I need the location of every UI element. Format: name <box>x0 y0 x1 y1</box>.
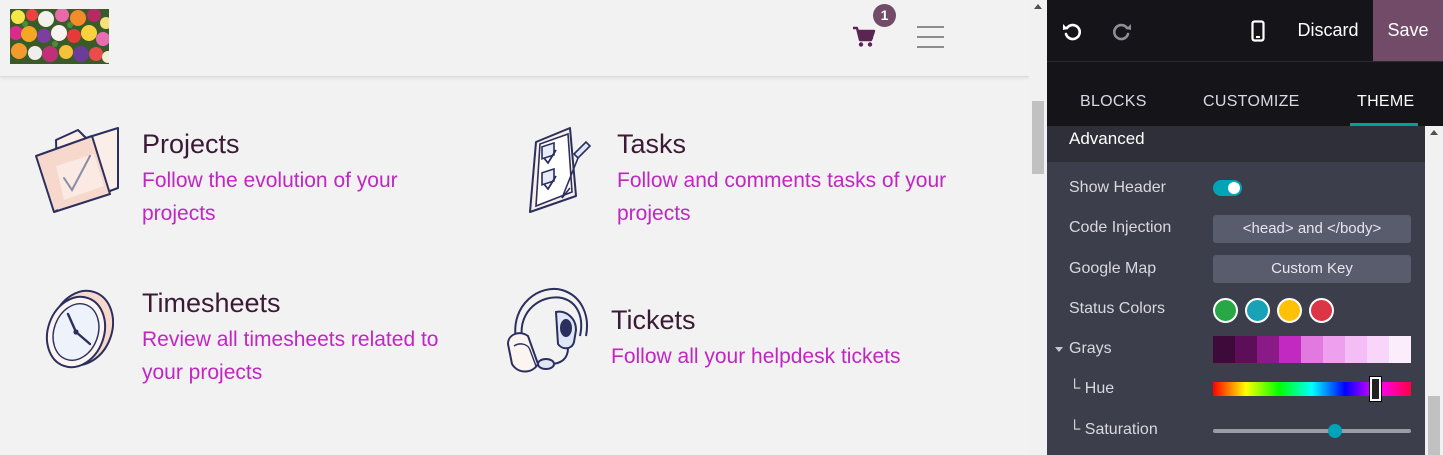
scroll-up-arrow-icon[interactable] <box>1034 4 1042 9</box>
mobile-phone-icon <box>1251 19 1265 42</box>
cart-button[interactable] <box>852 26 876 48</box>
scrollbar-thumb[interactable] <box>1428 396 1440 455</box>
mobile-preview-button[interactable] <box>1244 0 1272 61</box>
gray-swatch[interactable] <box>1345 336 1367 363</box>
flower-photo <box>10 9 109 64</box>
discard-button[interactable]: Discard <box>1283 0 1373 61</box>
gray-swatch[interactable] <box>1235 336 1257 363</box>
feature-title: Tasks <box>617 129 687 159</box>
checklist-clipboard-icon <box>526 126 592 219</box>
saturation-label: └ Saturation <box>1069 421 1158 438</box>
gray-swatch[interactable] <box>1301 336 1323 363</box>
saturation-slider-handle[interactable] <box>1328 424 1342 438</box>
feature-description[interactable]: Follow and comments tasks of your projec… <box>617 164 957 230</box>
show-header-toggle[interactable] <box>1213 180 1242 196</box>
undo-icon <box>1063 23 1081 40</box>
feature-tickets: Tickets Follow all your helpdesk tickets <box>611 304 951 373</box>
editor-panel: Discard Save BLOCKS CUSTOMIZE THEME Adva… <box>1047 0 1443 455</box>
folder-check-icon <box>34 126 120 219</box>
redo-icon <box>1113 23 1131 40</box>
feature-timesheets: Timesheets Review all timesheets related… <box>142 287 462 389</box>
editor-scrollbar[interactable] <box>1425 126 1443 455</box>
website-preview: 1 Projects Follow the evolution of your … <box>0 0 1047 455</box>
editor-toolbar: Discard Save <box>1047 0 1443 61</box>
chevron-down-icon[interactable] <box>1055 347 1063 352</box>
editor-tabs: BLOCKS CUSTOMIZE THEME <box>1047 61 1443 126</box>
feature-description[interactable]: Follow the evolution of your projects <box>142 164 462 230</box>
hue-slider[interactable] <box>1213 382 1411 396</box>
clock-icon <box>42 288 115 377</box>
save-button[interactable]: Save <box>1373 0 1443 61</box>
section-title: Advanced <box>1047 126 1425 162</box>
gray-swatch[interactable] <box>1279 336 1301 363</box>
scrollbar-thumb[interactable] <box>1032 101 1044 174</box>
saturation-slider[interactable] <box>1213 429 1411 433</box>
feature-title: Timesheets <box>142 288 281 318</box>
theme-options: Advanced Show Header Code Injection <hea… <box>1047 126 1425 455</box>
google-map-label: Google Map <box>1069 260 1157 277</box>
grays-label: Grays <box>1069 340 1112 357</box>
gray-swatch[interactable] <box>1389 336 1411 363</box>
site-header: 1 <box>0 0 1029 77</box>
status-color-info[interactable] <box>1245 298 1270 323</box>
scroll-up-arrow-icon[interactable] <box>1430 130 1438 135</box>
site-logo[interactable] <box>10 9 109 64</box>
feature-title: Projects <box>142 129 240 159</box>
code-injection-button[interactable]: <head> and </body> <box>1213 215 1411 243</box>
grays-swatches[interactable] <box>1213 336 1411 363</box>
show-header-label: Show Header <box>1069 179 1166 196</box>
hue-slider-handle[interactable] <box>1370 377 1381 401</box>
feature-description[interactable]: Follow all your helpdesk tickets <box>611 340 951 373</box>
hue-label: └ Hue <box>1069 380 1115 397</box>
feature-tasks: Tasks Follow and comments tasks of your … <box>617 128 957 230</box>
headset-icon <box>506 284 590 381</box>
feature-projects: Projects Follow the evolution of your pr… <box>142 128 462 230</box>
shopping-cart-icon <box>853 26 876 47</box>
status-colors-label: Status Colors <box>1069 300 1166 317</box>
tab-theme[interactable]: THEME <box>1357 93 1415 111</box>
gray-swatch[interactable] <box>1257 336 1279 363</box>
status-color-success[interactable] <box>1213 298 1238 323</box>
hamburger-menu-icon[interactable] <box>917 26 944 48</box>
google-map-button[interactable]: Custom Key <box>1213 255 1411 283</box>
status-color-warning[interactable] <box>1277 298 1302 323</box>
status-color-danger[interactable] <box>1309 298 1334 323</box>
tab-blocks[interactable]: BLOCKS <box>1080 93 1147 111</box>
gray-swatch[interactable] <box>1213 336 1235 363</box>
gray-swatch[interactable] <box>1367 336 1389 363</box>
site-scrollbar[interactable] <box>1029 0 1047 455</box>
gray-swatch[interactable] <box>1323 336 1345 363</box>
feature-title: Tickets <box>611 305 696 335</box>
undo-button[interactable] <box>1055 0 1089 61</box>
redo-button[interactable] <box>1105 0 1139 61</box>
code-injection-label: Code Injection <box>1069 219 1172 236</box>
feature-description[interactable]: Review all timesheets related to your pr… <box>142 323 462 389</box>
tab-customize[interactable]: CUSTOMIZE <box>1203 93 1300 111</box>
cart-count-badge: 1 <box>873 4 896 27</box>
